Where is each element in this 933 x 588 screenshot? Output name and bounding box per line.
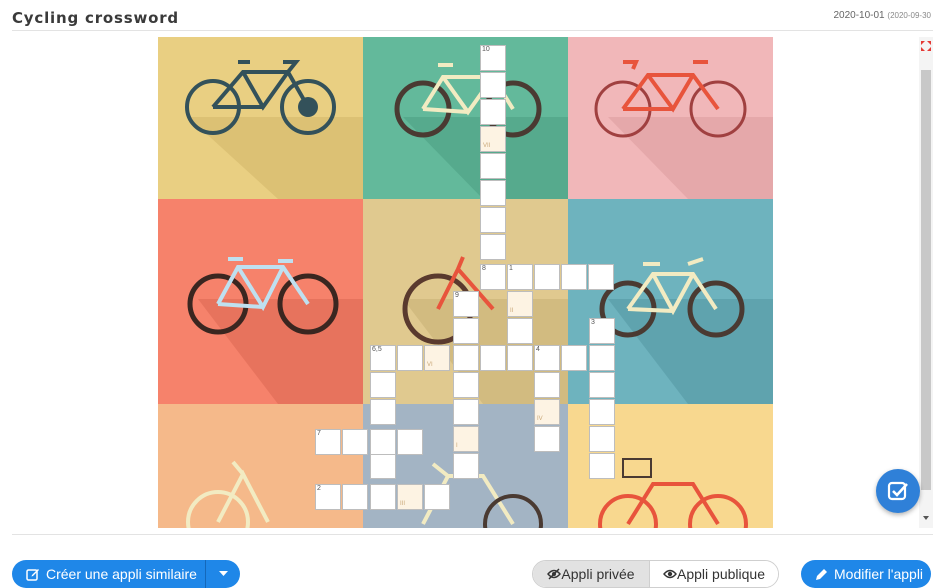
crossword-cell[interactable] xyxy=(424,484,450,510)
crossword-cell[interactable] xyxy=(561,264,587,290)
eye-slash-icon xyxy=(547,568,562,580)
crossword-cell[interactable]: I xyxy=(453,426,479,452)
check-button[interactable] xyxy=(876,469,920,513)
footer-divider xyxy=(12,534,933,535)
crossword-cell[interactable] xyxy=(588,264,614,290)
crossword-board: 10 VII 8 1 II 9 I 3 6,5 VI 4 IV 7 2 III xyxy=(158,37,773,528)
edit-app-label: Modifier l'appli xyxy=(834,566,924,582)
clue-letter-marker: II xyxy=(510,308,514,314)
crossword-cell[interactable] xyxy=(342,484,368,510)
header-divider xyxy=(12,30,933,31)
crossword-cell[interactable] xyxy=(534,372,560,398)
clue-number: 1 xyxy=(509,265,513,272)
crossword-cell[interactable]: 7 xyxy=(315,429,341,455)
clue-number: 9 xyxy=(455,292,459,299)
crossword-cell[interactable] xyxy=(370,453,396,479)
scrollbar-thumb[interactable] xyxy=(921,70,931,490)
crossword-cell[interactable] xyxy=(589,453,615,479)
crossword-cell[interactable] xyxy=(480,207,506,233)
clue-number: 6,5 xyxy=(372,346,382,353)
crossword-cell[interactable] xyxy=(480,153,506,179)
crossword-cell[interactable] xyxy=(453,453,479,479)
crossword-cell[interactable] xyxy=(480,99,506,125)
crossword-cell[interactable] xyxy=(370,484,396,510)
crossword-cell[interactable]: 6,5 xyxy=(370,345,396,371)
crossword-cell[interactable]: 2 xyxy=(315,484,341,510)
create-similar-app-label: Créer une appli similaire xyxy=(46,566,197,582)
crossword-cell[interactable] xyxy=(453,345,479,371)
crossword-cell[interactable] xyxy=(589,426,615,452)
crossword-cell[interactable] xyxy=(534,426,560,452)
crossword-cell[interactable]: III xyxy=(397,484,423,510)
scroll-down-icon[interactable] xyxy=(921,513,931,523)
private-app-label: Appli privée xyxy=(561,566,635,582)
crossword-cell[interactable] xyxy=(370,399,396,425)
crossword-cell[interactable]: IV xyxy=(534,399,560,425)
clue-number: 3 xyxy=(591,319,595,326)
date-stamp: 2020-10-01 (2020-09-30 xyxy=(833,10,931,21)
crossword-cell[interactable]: VI xyxy=(424,345,450,371)
crossword-cell[interactable]: 8 xyxy=(480,264,506,290)
clue-letter-marker: IV xyxy=(537,416,543,422)
crossword-cell[interactable]: VII xyxy=(480,126,506,152)
crossword-cell[interactable] xyxy=(534,264,560,290)
crossword-cell[interactable]: 1 xyxy=(507,264,533,290)
bike-tile-pink xyxy=(568,37,773,199)
crossword-cell[interactable] xyxy=(507,345,533,371)
date-created: (2020-09-30 xyxy=(887,11,931,20)
bike-tile-green xyxy=(363,37,568,199)
crossword-cell[interactable] xyxy=(480,180,506,206)
clue-letter-marker: I xyxy=(456,443,458,449)
clue-letter-marker: III xyxy=(400,501,406,507)
crossword-cell[interactable] xyxy=(589,372,615,398)
edit-square-icon xyxy=(26,569,39,581)
crossword-cell[interactable] xyxy=(453,318,479,344)
page-header: Cycling crossword 2020-10-01 (2020-09-30 xyxy=(0,0,933,30)
public-app-option[interactable]: Appli publique xyxy=(650,561,778,587)
crossword-cell[interactable] xyxy=(342,429,368,455)
crossword-cell[interactable] xyxy=(370,372,396,398)
crossword-cell[interactable] xyxy=(397,345,423,371)
crossword-cell[interactable]: 9 xyxy=(453,291,479,317)
crossword-cell[interactable] xyxy=(507,318,533,344)
crossword-cell[interactable] xyxy=(453,372,479,398)
check-square-icon xyxy=(887,481,908,501)
clue-number: 4 xyxy=(536,346,540,353)
clue-number: 7 xyxy=(317,430,321,437)
crossword-cell[interactable] xyxy=(397,429,423,455)
crossword-cell[interactable] xyxy=(589,345,615,371)
crossword-cell[interactable] xyxy=(589,399,615,425)
caret-down-icon xyxy=(218,571,228,576)
clue-letter-marker: VII xyxy=(483,143,491,149)
create-dropdown-toggle[interactable] xyxy=(206,571,240,577)
pencil-icon xyxy=(816,568,827,580)
crossword-cell[interactable] xyxy=(561,345,587,371)
crossword-cell[interactable] xyxy=(453,399,479,425)
private-app-option[interactable]: Appli privée xyxy=(533,561,650,587)
page-title: Cycling crossword xyxy=(12,9,179,27)
crossword-cell[interactable]: II xyxy=(507,291,533,317)
crossword-cell[interactable] xyxy=(480,234,506,260)
crossword-cell[interactable]: 4 xyxy=(534,345,560,371)
date-modified: 2020-10-01 xyxy=(833,10,885,21)
crossword-cell[interactable] xyxy=(370,429,396,455)
clue-number: 10 xyxy=(482,46,490,53)
crossword-cell[interactable] xyxy=(480,345,506,371)
crossword-cell[interactable]: 10 xyxy=(480,45,506,71)
crossword-cell[interactable] xyxy=(480,72,506,98)
eye-icon xyxy=(663,569,677,579)
clue-number: 2 xyxy=(317,485,321,492)
bike-tile-coral xyxy=(158,199,363,404)
crossword-cell[interactable]: 3 xyxy=(589,318,615,344)
clue-letter-marker: VI xyxy=(427,362,433,368)
bike-tile-yellow xyxy=(158,37,363,199)
clue-number: 8 xyxy=(482,265,486,272)
expand-icon[interactable] xyxy=(920,40,932,52)
public-app-label: Appli publique xyxy=(677,566,765,582)
